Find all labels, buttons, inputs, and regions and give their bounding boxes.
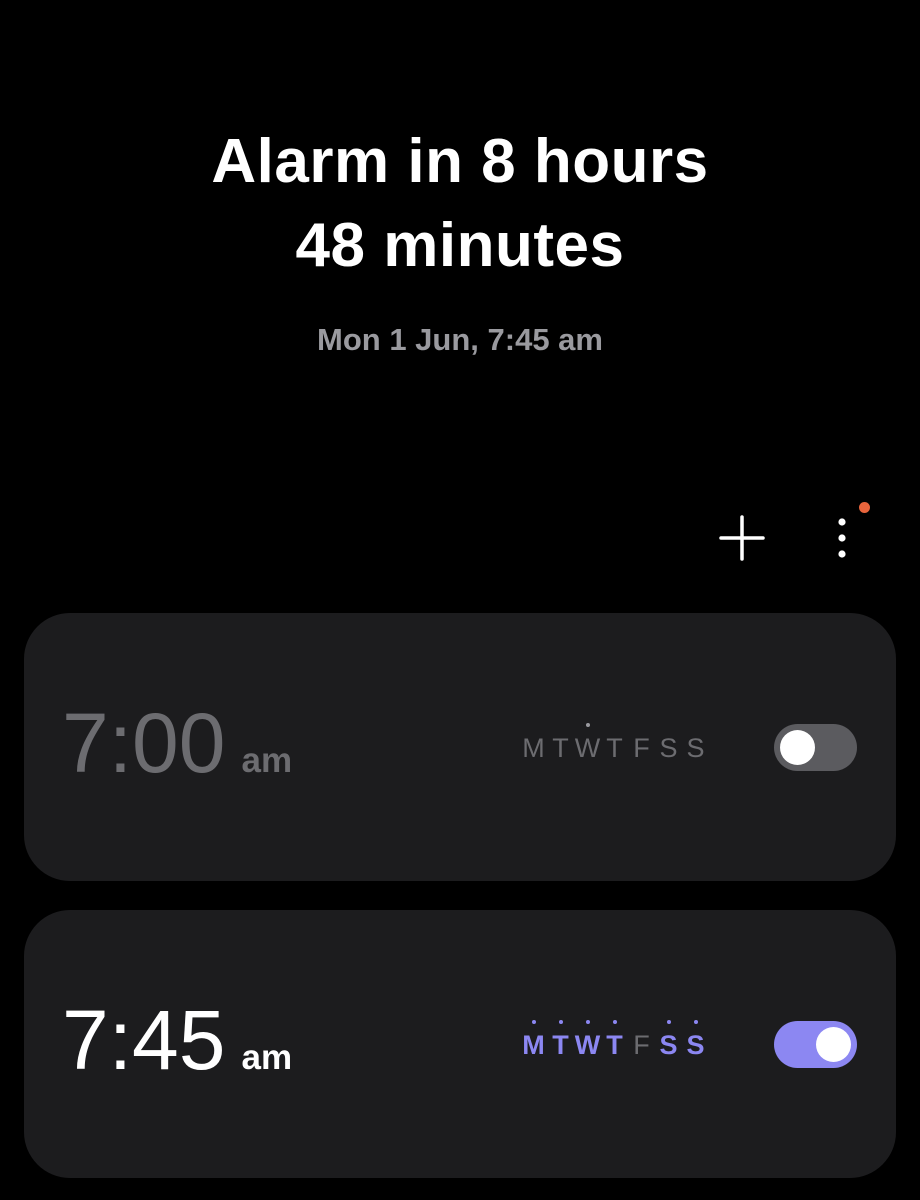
alarm-repeat-days: M T W T F S S [520, 723, 709, 763]
day-sunday: S [686, 733, 705, 763]
day-dot [585, 1020, 590, 1024]
day-saturday: S [655, 1020, 682, 1060]
day-dot [585, 723, 590, 727]
day-dot [666, 1020, 671, 1024]
alarm-summary: Alarm in 8 hours 48 minutes Mon 1 Jun, 7… [0, 120, 920, 358]
alarm-time-block: 7:00 am [62, 701, 292, 785]
day-monday: M [522, 733, 545, 763]
day-tuesday: T [552, 733, 569, 763]
alarm-time: 7:00 [62, 696, 226, 790]
alarm-ampm: am [241, 1038, 293, 1077]
day-saturday: S [659, 733, 678, 763]
alarm-time-block: 7:45 am [62, 998, 292, 1082]
day-wednesday: W [574, 1020, 601, 1060]
day-dot [558, 1020, 563, 1024]
day-sunday: S [682, 1020, 709, 1060]
day-tuesday: T [547, 1020, 574, 1060]
toggle-knob [780, 730, 815, 765]
time-until-alarm: Alarm in 8 hours 48 minutes [0, 120, 920, 288]
day-thursday: T [601, 1020, 628, 1060]
day-wednesday: W [574, 723, 601, 763]
day-dot [693, 1020, 698, 1024]
add-alarm-button[interactable] [714, 510, 770, 566]
day-dot [531, 1020, 536, 1024]
plus-icon [719, 515, 765, 561]
alarm-toggle[interactable] [774, 724, 857, 771]
alarm-time: 7:45 [62, 993, 226, 1087]
alarm-toggle[interactable] [774, 1021, 857, 1068]
toggle-knob [816, 1027, 851, 1062]
notification-dot [859, 502, 870, 513]
alarm-card[interactable]: 7:00 am M T W T F S S [24, 613, 896, 881]
alarm-screen: Alarm in 8 hours 48 minutes Mon 1 Jun, 7… [0, 0, 920, 1200]
day-dot [612, 1020, 617, 1024]
day-friday: F [633, 1030, 650, 1060]
alarm-ampm: am [241, 741, 293, 780]
time-until-alarm-line1: Alarm in 8 hours [211, 127, 709, 196]
more-options-button[interactable] [814, 502, 870, 566]
more-vertical-icon [838, 518, 846, 558]
day-monday: M [520, 1020, 547, 1060]
day-thursday: T [606, 733, 623, 763]
toolbar [714, 502, 870, 568]
day-friday: F [633, 733, 650, 763]
next-alarm-datetime: Mon 1 Jun, 7:45 am [317, 322, 603, 357]
alarm-card[interactable]: 7:45 am M T W T F S S [24, 910, 896, 1178]
time-until-alarm-line2: 48 minutes [295, 211, 625, 280]
alarm-repeat-days: M T W T F S S [520, 1020, 709, 1060]
